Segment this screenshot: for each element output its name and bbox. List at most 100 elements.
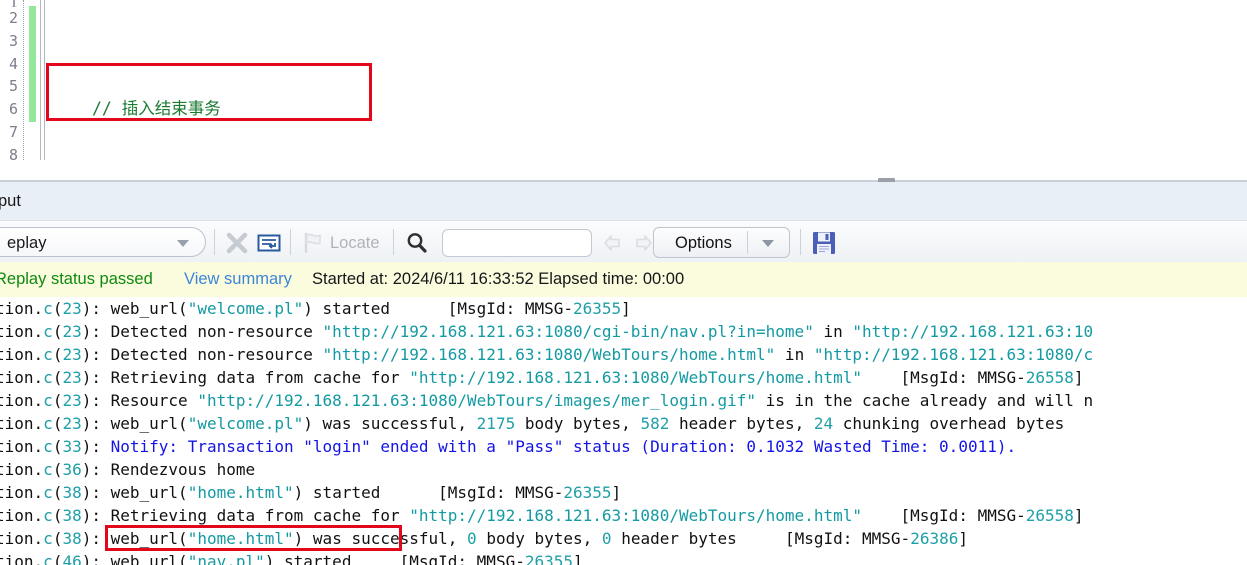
log-segment: 2175 xyxy=(476,414,516,433)
log-line[interactable]: tion.c(46): web_url("nav.pl") started [M… xyxy=(0,550,1247,565)
log-segment: ( xyxy=(52,299,63,318)
log-segment: ): Detected non-resource xyxy=(81,322,323,341)
log-segment: 0 xyxy=(601,529,612,548)
log-segment: 36 xyxy=(62,460,82,479)
log-line[interactable]: tion.c(23): web_url("welcome.pl") starte… xyxy=(0,297,1247,320)
log-segment: header bytes [MsgId: MMSG- xyxy=(611,529,911,548)
log-segment: [MsgId: MMSG- xyxy=(861,368,1026,387)
log-segment: in xyxy=(775,345,814,364)
log-segment: ] xyxy=(573,552,583,565)
editor-line-number-gutter: 1 2 3 4 5 6 7 8 xyxy=(0,0,22,160)
log-segment: ( xyxy=(52,437,63,456)
log-line[interactable]: tion.c(23): web_url("welcome.pl") was su… xyxy=(0,412,1247,435)
log-segment: c xyxy=(43,460,53,479)
line-number: 2 xyxy=(8,9,18,27)
word-wrap-icon[interactable] xyxy=(256,230,282,256)
line-number: 4 xyxy=(8,54,18,73)
log-line[interactable]: tion.c(36): Rendezvous home xyxy=(0,458,1247,481)
log-line[interactable]: tion.c(38): web_url("home.html") started… xyxy=(0,481,1247,504)
log-segment: tion. xyxy=(0,299,44,318)
log-line[interactable]: tion.c(23): Detected non-resource "http:… xyxy=(0,343,1247,366)
log-segment: ) started [MsgId: MMSG- xyxy=(264,552,525,565)
log-segment: tion. xyxy=(0,552,44,565)
log-segment: tion. xyxy=(0,529,44,548)
log-segment: "http://192.168.121.63:1080/WebTours/hom… xyxy=(322,345,776,364)
toolbar-divider xyxy=(214,229,215,255)
log-line[interactable]: tion.c(23): Retrieving data from cache f… xyxy=(0,366,1247,389)
log-segment: 46 xyxy=(62,552,82,565)
output-panel-title: put xyxy=(0,182,1247,220)
chevron-down-icon[interactable] xyxy=(177,240,189,247)
log-segment: c xyxy=(43,414,53,433)
log-segment: ] xyxy=(1073,368,1084,387)
replay-combo-value: eplay xyxy=(7,234,47,252)
line-number: 3 xyxy=(8,31,18,50)
replay-filter-combo[interactable]: eplay xyxy=(0,227,206,257)
log-segment: "home.html" xyxy=(187,483,294,502)
log-segment: ): Resource xyxy=(81,391,198,410)
log-segment: ( xyxy=(52,391,63,410)
magnifier-icon[interactable] xyxy=(404,230,430,256)
editor-fold-divider-left xyxy=(40,0,41,160)
log-segment: tion. xyxy=(0,414,44,433)
line-number: 8 xyxy=(8,145,18,160)
log-segment: 23 xyxy=(62,345,82,364)
log-segment: 23 xyxy=(62,391,82,410)
search-input[interactable] xyxy=(442,229,592,257)
chevron-down-icon[interactable] xyxy=(762,240,774,247)
log-line[interactable]: tion.c(33): Notify: Transaction "login" … xyxy=(0,435,1247,458)
log-segment: "welcome.pl" xyxy=(187,414,304,433)
options-button[interactable]: Options xyxy=(653,227,790,258)
log-segment: 26355 xyxy=(563,483,612,502)
log-segment: tion. xyxy=(0,345,44,364)
log-line[interactable]: tion.c(23): Resource "http://192.168.121… xyxy=(0,389,1247,412)
log-segment: ( xyxy=(52,460,63,479)
log-segment: tion. xyxy=(0,368,44,387)
pane-splitter[interactable] xyxy=(0,160,1247,184)
log-segment: header bytes, xyxy=(669,414,814,433)
line-number: 6 xyxy=(8,100,18,119)
log-segment: ): Rendezvous home xyxy=(81,460,256,479)
log-segment: ): web_url( xyxy=(81,299,188,318)
output-panel: put eplay Locate Options Replay status p… xyxy=(0,182,1247,565)
log-segment: 26355 xyxy=(524,552,574,565)
line-number: 7 xyxy=(8,122,18,141)
log-segment: c xyxy=(43,391,53,410)
clear-x-icon[interactable] xyxy=(224,230,250,256)
log-segment: "http://192.168.121.63:1080/WebTours/hom… xyxy=(409,506,862,525)
log-segment: ( xyxy=(52,368,63,387)
log-segment: "http://192.168.121.63:1080/WebTours/hom… xyxy=(409,368,862,387)
log-segment: "http://192.168.121.63:1080/WebTours/ima… xyxy=(197,391,757,410)
log-segment: ] xyxy=(1073,506,1084,525)
log-line[interactable]: tion.c(38): Retrieving data from cache f… xyxy=(0,504,1247,527)
log-segment: 26558 xyxy=(1025,368,1074,387)
log-segment: tion. xyxy=(0,391,44,410)
log-segment: 23 xyxy=(62,414,82,433)
log-segment: 26558 xyxy=(1025,506,1074,525)
log-segment: tion. xyxy=(0,322,44,341)
log-segment: Notify: Transaction "login" ended with a… xyxy=(110,437,1017,456)
save-floppy-icon[interactable] xyxy=(810,229,838,257)
log-segment: c xyxy=(43,437,53,456)
log-segment: "welcome.pl" xyxy=(187,299,304,318)
log-segment: 38 xyxy=(62,483,82,502)
view-summary-link[interactable]: View summary xyxy=(184,268,292,290)
editor-fold-divider-right xyxy=(44,0,45,160)
log-segment: c xyxy=(43,506,53,525)
log-segment: ( xyxy=(52,529,63,548)
log-segment: tion. xyxy=(0,506,44,525)
log-segment: ): web_url( xyxy=(81,552,188,565)
script-editor-pane[interactable]: 1 2 3 4 5 6 7 8 // 插入结束事务 lr_end_transac… xyxy=(0,0,1247,160)
locate-label: Locate xyxy=(330,234,380,252)
log-segment: ( xyxy=(52,506,63,525)
log-segment: [MsgId: MMSG- xyxy=(861,506,1026,525)
log-line[interactable]: tion.c(23): Detected non-resource "http:… xyxy=(0,320,1247,343)
log-segment: ): web_url( xyxy=(81,483,188,502)
options-label: Options xyxy=(675,234,732,252)
change-marker-bar xyxy=(29,6,36,122)
log-segment: ): Retrieving data from cache for xyxy=(81,506,410,525)
line-number: 1 xyxy=(0,0,22,7)
log-segment: 582 xyxy=(640,414,670,433)
arrow-right-icon xyxy=(629,230,655,256)
